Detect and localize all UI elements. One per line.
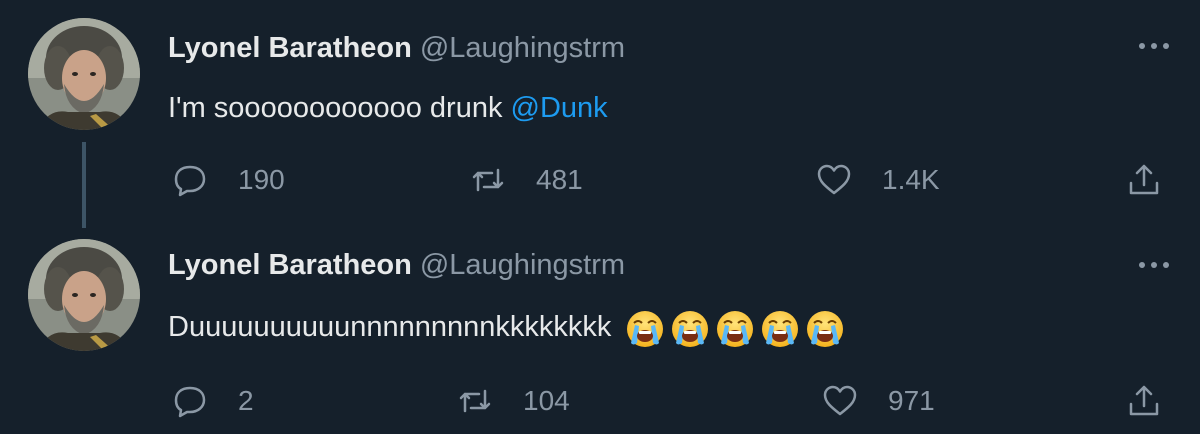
mention-link[interactable]: @Dunk	[511, 92, 608, 124]
retweet-icon	[457, 383, 493, 419]
tweet-header: Lyonel Baratheon @Laughingstrm	[168, 30, 625, 66]
like-count: 1.4K	[882, 164, 940, 195]
thread-line	[82, 142, 86, 228]
reply-count: 190	[238, 164, 285, 195]
reply-button[interactable]: 2	[172, 381, 254, 421]
retweet-count: 481	[536, 164, 583, 195]
loudly-crying-face-icon	[670, 309, 710, 349]
author-handle[interactable]: @Laughingstrm	[420, 249, 625, 281]
like-button[interactable]: 971	[822, 381, 935, 421]
reply-icon	[172, 383, 208, 419]
retweet-count: 104	[523, 385, 570, 416]
like-count: 971	[888, 385, 935, 416]
avatar[interactable]	[28, 18, 140, 130]
share-icon	[1126, 162, 1162, 198]
tweet-body: I'm soooooooooooo drunk	[168, 92, 511, 124]
more-options-icon[interactable]	[1138, 256, 1170, 268]
loudly-crying-face-icon	[715, 309, 755, 349]
loudly-crying-face-icon	[805, 309, 845, 349]
retweet-button[interactable]: 104	[457, 381, 570, 421]
tweet-body: Duuuuuuuuuunnnnnnnnnkkkkkkkk	[168, 311, 612, 343]
reply-count: 2	[238, 385, 254, 416]
like-button[interactable]: 1.4K	[816, 160, 940, 200]
tweet-text: Duuuuuuuuuunnnnnnnnnkkkkkkkk	[168, 307, 850, 349]
emoji-group	[625, 308, 850, 349]
reply-button[interactable]: 190	[172, 160, 285, 200]
tweet[interactable]: Lyonel Baratheon @Laughingstrm I'm sooooo…	[0, 0, 1200, 228]
loudly-crying-face-icon	[625, 309, 665, 349]
tweet-text: I'm soooooooooooo drunk @Dunk	[168, 88, 608, 128]
author-name[interactable]: Lyonel Baratheon	[168, 249, 412, 281]
retweet-icon	[470, 162, 506, 198]
loudly-crying-face-icon	[760, 309, 800, 349]
author-name[interactable]: Lyonel Baratheon	[168, 32, 412, 64]
retweet-button[interactable]: 481	[470, 160, 583, 200]
reply-icon	[172, 162, 208, 198]
tweet-header: Lyonel Baratheon @Laughingstrm	[168, 247, 625, 283]
avatar[interactable]	[28, 239, 140, 351]
more-options-icon[interactable]	[1138, 37, 1170, 49]
heart-icon	[822, 383, 858, 419]
tweet[interactable]: Lyonel Baratheon @Laughingstrm Duuuuuuuuu…	[0, 226, 1200, 434]
heart-icon	[816, 162, 852, 198]
share-icon	[1126, 383, 1162, 419]
author-handle[interactable]: @Laughingstrm	[420, 32, 625, 64]
share-button[interactable]	[1126, 160, 1162, 200]
share-button[interactable]	[1126, 381, 1162, 421]
